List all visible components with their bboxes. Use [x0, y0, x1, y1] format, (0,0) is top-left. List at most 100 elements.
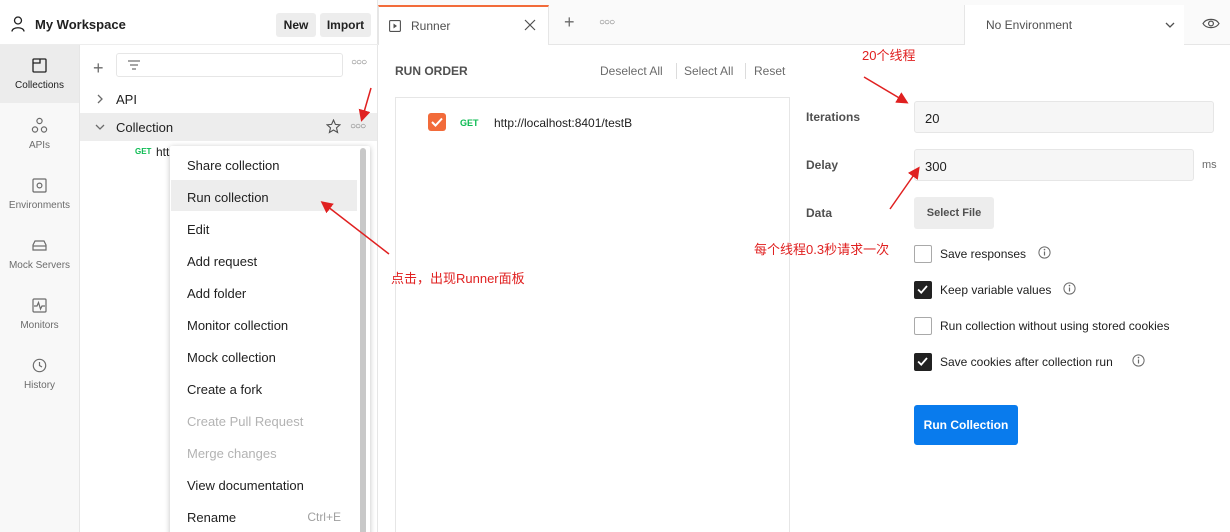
- run-order-heading: RUN ORDER: [395, 64, 468, 78]
- history-icon: [32, 358, 47, 373]
- menu-item-edit[interactable]: Edit: [171, 212, 357, 243]
- select-all-link[interactable]: Select All: [684, 64, 733, 78]
- option-label: Keep variable values: [940, 283, 1052, 297]
- environment-label: No Environment: [986, 18, 1073, 32]
- tree-item-api[interactable]: API: [80, 85, 377, 113]
- sidebar-item-environments[interactable]: Environments: [0, 165, 79, 223]
- arrow-to-iterations: [863, 76, 909, 104]
- menu-scrollbar[interactable]: [360, 148, 366, 532]
- tab-more-icon[interactable]: ○○○: [599, 17, 615, 28]
- option-label: Save responses: [940, 247, 1027, 261]
- menu-item-share-collection[interactable]: Share collection: [171, 148, 357, 179]
- save-cookies-checkbox[interactable]: [914, 353, 932, 371]
- reset-link[interactable]: Reset: [754, 64, 785, 78]
- tab-title: Runner: [411, 19, 451, 33]
- run-collection-button[interactable]: Run Collection: [914, 405, 1018, 445]
- star-icon[interactable]: [326, 119, 341, 134]
- option-label: Save cookies after collection run: [940, 355, 1113, 369]
- context-menu: Share collection Run collection Edit Add…: [170, 146, 370, 532]
- filter-input[interactable]: [116, 53, 343, 77]
- tab-bar: Runner + ○○○ No Environment: [378, 0, 1230, 45]
- mock-servers-icon: [32, 240, 47, 251]
- request-url: http://localhost:8401/testB: [494, 116, 633, 130]
- run-without-cookies-checkbox[interactable]: [914, 317, 932, 335]
- menu-item-monitor-collection[interactable]: Monitor collection: [171, 308, 357, 339]
- save-cookies-option[interactable]: Save cookies after collection run: [914, 353, 1154, 371]
- menu-item-add-request[interactable]: Add request: [171, 244, 357, 275]
- eye-icon[interactable]: [1202, 17, 1220, 30]
- save-responses-option[interactable]: Save responses: [914, 245, 1064, 263]
- option-label: Run collection without using stored cook…: [940, 319, 1170, 333]
- data-label: Data: [806, 206, 833, 220]
- keep-variable-values-option[interactable]: Keep variable values: [914, 281, 1084, 299]
- new-tab-icon[interactable]: +: [564, 13, 575, 31]
- import-button[interactable]: Import: [320, 13, 371, 37]
- menu-item-rename[interactable]: Rename Ctrl+E: [171, 500, 357, 531]
- collections-icon: [32, 58, 47, 73]
- left-panel: My Workspace New Import Collections APIs: [0, 0, 378, 532]
- select-file-button[interactable]: Select File: [914, 197, 994, 229]
- iterations-input[interactable]: 20: [914, 101, 1214, 133]
- tab-runner[interactable]: Runner: [378, 5, 549, 45]
- rename-shortcut: Ctrl+E: [307, 510, 341, 524]
- divider: [745, 63, 746, 79]
- save-responses-checkbox[interactable]: [914, 245, 932, 263]
- request-checkbox[interactable]: [428, 113, 446, 131]
- user-icon[interactable]: [11, 16, 25, 32]
- keep-variable-values-checkbox[interactable]: [914, 281, 932, 299]
- sidebar-item-label: Monitors: [20, 320, 59, 331]
- tree-item-collection[interactable]: Collection ○○○: [80, 113, 377, 141]
- add-collection-icon[interactable]: +: [93, 58, 104, 79]
- check-icon: [917, 357, 928, 366]
- annotation-click-hint: 点击，出现Runner面板: [391, 271, 525, 286]
- environment-select[interactable]: No Environment: [964, 5, 1184, 45]
- tree-item-label: Collection: [116, 120, 174, 135]
- menu-item-mock-collection[interactable]: Mock collection: [171, 340, 357, 371]
- menu-item-run-collection[interactable]: Run collection: [171, 180, 357, 211]
- chevron-down-icon: [1165, 22, 1175, 28]
- delay-label: Delay: [806, 158, 839, 172]
- info-icon[interactable]: [1132, 354, 1145, 367]
- new-button[interactable]: New: [276, 13, 316, 37]
- delay-input[interactable]: 300: [914, 149, 1194, 181]
- deselect-all-link[interactable]: Deselect All: [600, 64, 663, 78]
- sidebar-item-label: APIs: [28, 140, 51, 151]
- sidebar-item-label: History: [23, 380, 56, 391]
- request-list: GET http://localhost:8401/testB: [395, 97, 790, 532]
- tree-item-label: API: [116, 92, 137, 107]
- menu-item-merge-changes: Merge changes: [187, 446, 277, 461]
- sidebar-item-history[interactable]: History: [0, 345, 79, 403]
- info-icon[interactable]: [1038, 246, 1051, 259]
- sidebar: Collections APIs Environments Mock Serve…: [0, 45, 80, 532]
- menu-item-view-documentation[interactable]: View documentation: [171, 468, 357, 499]
- sidebar-item-collections[interactable]: Collections: [0, 45, 79, 103]
- request-method: GET: [135, 147, 152, 156]
- sidebar-item-mock-servers[interactable]: Mock Servers: [0, 225, 79, 283]
- environments-icon: [32, 178, 47, 193]
- chevron-down-icon: [95, 124, 105, 130]
- sidebar-item-label: Environments: [8, 200, 71, 211]
- menu-item-add-folder[interactable]: Add folder: [171, 276, 357, 307]
- run-without-cookies-option[interactable]: Run collection without using stored cook…: [914, 317, 1204, 335]
- workspace-title[interactable]: My Workspace: [35, 17, 126, 32]
- delay-unit: ms: [1202, 159, 1217, 171]
- play-icon: [389, 20, 401, 32]
- sidebar-item-label: Mock Servers: [8, 260, 71, 271]
- close-icon[interactable]: [524, 19, 536, 31]
- filter-icon: [128, 60, 140, 70]
- more-options-icon[interactable]: ○○○: [351, 57, 367, 68]
- chevron-right-icon: [97, 94, 103, 104]
- sidebar-item-label: Collections: [15, 80, 64, 91]
- iterations-label: Iterations: [806, 110, 861, 124]
- collection-more-icon[interactable]: ○○○: [350, 121, 366, 132]
- sidebar-item-monitors[interactable]: Monitors: [0, 285, 79, 343]
- sidebar-item-apis[interactable]: APIs: [0, 105, 79, 163]
- info-icon[interactable]: [1063, 282, 1076, 295]
- annotation-threads: 20个线程: [862, 48, 916, 63]
- menu-item-create-fork[interactable]: Create a fork: [171, 372, 357, 403]
- request-method: GET: [460, 118, 479, 128]
- check-icon: [431, 117, 443, 127]
- divider: [676, 63, 677, 79]
- workspace-header: My Workspace New Import: [0, 0, 378, 45]
- menu-item-create-pull-request: Create Pull Request: [187, 414, 304, 429]
